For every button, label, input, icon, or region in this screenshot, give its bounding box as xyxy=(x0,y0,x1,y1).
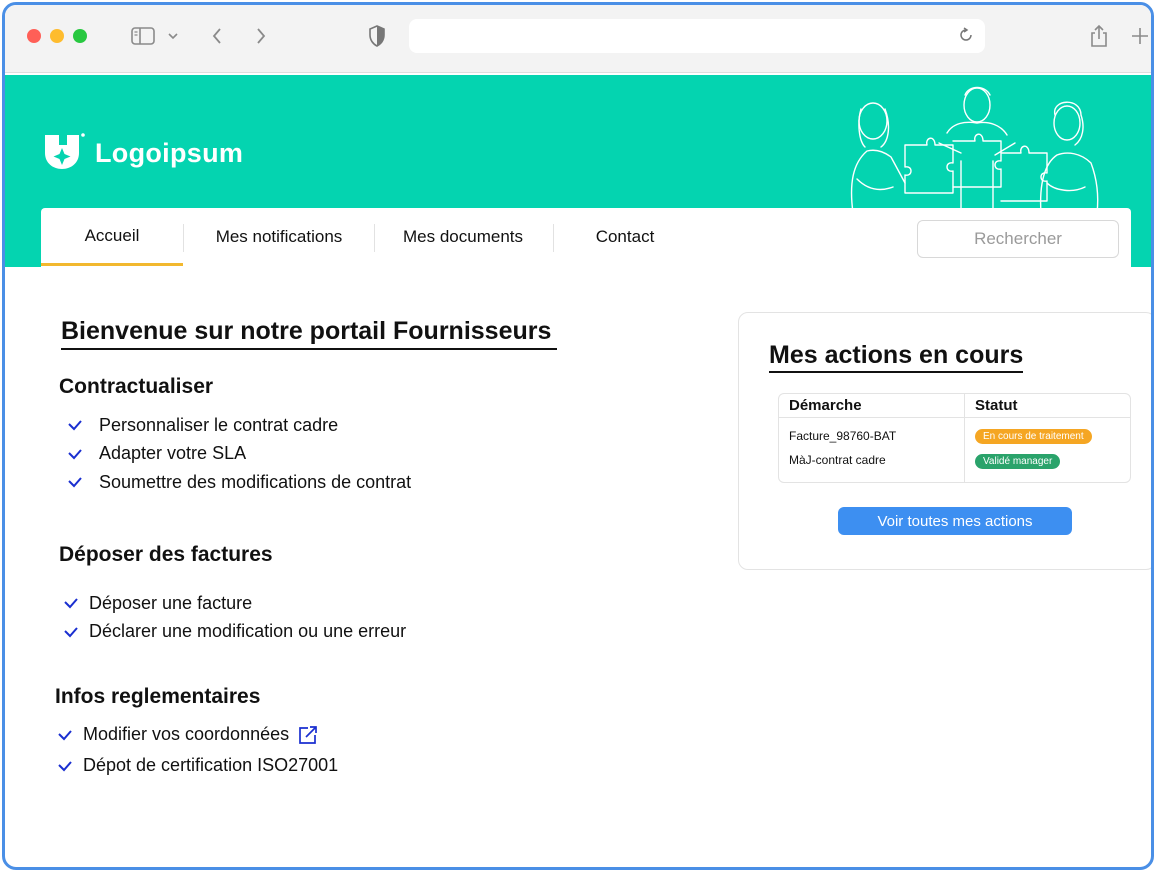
team-puzzle-illustration xyxy=(850,86,1099,214)
list-item[interactable]: Adapter votre SLA xyxy=(67,440,411,469)
status-badge: Validé manager xyxy=(975,453,1061,469)
list-item-label: Déposer une facture xyxy=(89,592,253,613)
search-input[interactable] xyxy=(917,220,1119,258)
tab-mes-documents[interactable]: Mes documents xyxy=(375,208,551,266)
actions-table: Démarche Statut Facture_98760-BAT En cou… xyxy=(778,393,1131,483)
close-window-button[interactable] xyxy=(27,29,41,43)
shield-icon[interactable] xyxy=(365,23,389,49)
browser-window: Logoipsum Accueil Mes notifications Mes … xyxy=(2,2,1154,870)
list-item[interactable]: Dépot de certification ISO27001 xyxy=(57,750,338,781)
list-item[interactable]: Modifier vos coordonnées xyxy=(57,719,338,750)
sidebar-icon[interactable] xyxy=(129,23,157,49)
list-item-label: Personnaliser le contrat cadre xyxy=(99,414,339,435)
check-icon xyxy=(63,597,81,609)
list-item[interactable]: Personnaliser le contrat cadre xyxy=(67,411,411,440)
column-header-statut: Statut xyxy=(965,394,1130,418)
voir-toutes-actions-button[interactable]: Voir toutes mes actions xyxy=(838,507,1072,535)
share-icon[interactable] xyxy=(1087,23,1111,49)
external-link-icon[interactable] xyxy=(297,724,319,746)
cell-statut: Validé manager xyxy=(965,451,1130,482)
tab-contact[interactable]: Contact xyxy=(554,208,696,266)
check-icon xyxy=(67,476,89,488)
list-item[interactable]: Déposer une facture xyxy=(63,589,406,618)
section-title-infos-reglementaires: Infos reglementaires xyxy=(55,685,261,708)
actions-card: Mes actions en cours Démarche Statut Fac… xyxy=(738,312,1151,570)
table-row[interactable]: Facture_98760-BAT En cours de traitement xyxy=(779,418,1130,451)
browser-toolbar xyxy=(5,5,1151,73)
list-item[interactable]: Soumettre des modifications de contrat xyxy=(67,468,411,497)
list-item-label: Dépot de certification ISO27001 xyxy=(83,755,339,775)
list-item[interactable]: Déclarer une modification ou une erreur xyxy=(63,618,406,647)
section-title-deposer-factures: Déposer des factures xyxy=(59,543,273,566)
page-title: Bienvenue sur notre portail Fournisseurs xyxy=(61,317,558,350)
check-icon xyxy=(67,419,89,431)
list-item-label: Déclarer une modification ou une erreur xyxy=(89,621,407,642)
minimize-window-button[interactable] xyxy=(50,29,64,43)
cell-statut: En cours de traitement xyxy=(965,418,1130,451)
table-row[interactable]: MàJ-contrat cadre Validé manager xyxy=(779,450,1130,482)
address-bar[interactable] xyxy=(409,19,985,53)
cell-demarche: Facture_98760-BAT xyxy=(779,418,965,451)
actions-card-title: Mes actions en cours xyxy=(769,341,1024,373)
maximize-window-button[interactable] xyxy=(73,29,87,43)
check-icon xyxy=(67,448,89,460)
check-icon xyxy=(57,729,75,741)
chevron-right-icon[interactable] xyxy=(251,23,271,49)
logo[interactable]: Logoipsum xyxy=(43,131,243,175)
list-item-label: Soumettre des modifications de contrat xyxy=(99,471,412,492)
tab-accueil[interactable]: Accueil xyxy=(41,208,183,266)
infos-list: Modifier vos coordonnées Dépot de certif… xyxy=(57,719,338,781)
reload-icon[interactable] xyxy=(957,26,975,48)
list-item-label: Adapter votre SLA xyxy=(99,443,247,464)
cell-demarche: MàJ-contrat cadre xyxy=(779,450,965,482)
list-item-label: Modifier vos coordonnées xyxy=(83,724,290,744)
status-badge: En cours de traitement xyxy=(975,429,1092,445)
table-header-row: Démarche Statut xyxy=(779,394,1130,418)
logo-icon xyxy=(43,131,85,175)
plus-icon[interactable] xyxy=(1129,23,1151,49)
factures-list: Déposer une facture Déclarer une modific… xyxy=(63,589,406,646)
chevron-left-icon[interactable] xyxy=(207,23,227,49)
check-icon xyxy=(57,760,75,772)
column-header-demarche: Démarche xyxy=(779,394,965,418)
tab-mes-notifications[interactable]: Mes notifications xyxy=(184,208,374,266)
logo-text: Logoipsum xyxy=(95,137,244,168)
main-nav: Accueil Mes notifications Mes documents … xyxy=(41,208,1131,268)
chevron-down-icon[interactable] xyxy=(165,23,181,49)
contractualiser-list: Personnaliser le contrat cadre Adapter v… xyxy=(67,411,411,497)
section-title-contractualiser: Contractualiser xyxy=(59,375,214,398)
check-icon xyxy=(63,626,81,638)
